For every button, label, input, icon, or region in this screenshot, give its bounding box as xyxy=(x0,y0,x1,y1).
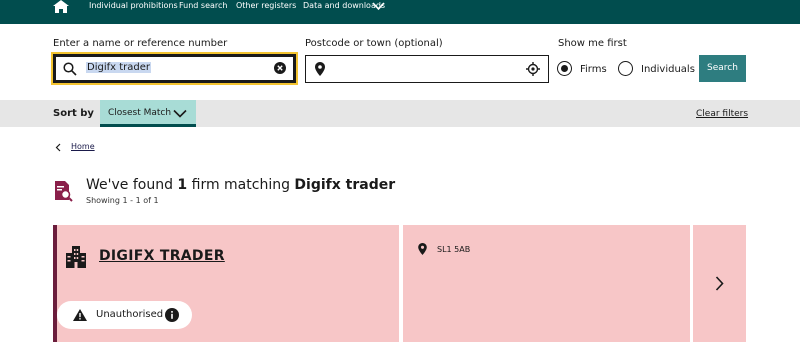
chevron-left-icon xyxy=(55,143,61,152)
results-showing: Showing 1 - 1 of 1 xyxy=(86,196,159,205)
sort-select[interactable]: Closest Match xyxy=(100,100,196,127)
search-button[interactable]: Search xyxy=(699,55,746,82)
firm-name-link[interactable]: DIGIFX TRADER xyxy=(99,248,225,264)
search-icon xyxy=(63,62,77,76)
firms-radio-label[interactable]: Firms xyxy=(580,64,607,75)
chevron-down-icon[interactable] xyxy=(372,1,385,11)
results-heading: We've found 1 firm matching Digifx trade… xyxy=(86,177,395,193)
info-icon[interactable] xyxy=(165,308,179,322)
nav-other-registers[interactable]: Other registers xyxy=(236,1,296,10)
results-heading-middle: firm matching xyxy=(191,177,290,193)
clear-icon[interactable] xyxy=(274,62,286,74)
name-field-label: Enter a name or reference number xyxy=(53,38,228,49)
firm-card-location[interactable] xyxy=(403,225,690,342)
home-icon[interactable] xyxy=(53,0,69,14)
results-query: Digifx trader xyxy=(294,177,396,193)
chevron-right-icon[interactable] xyxy=(715,276,724,291)
name-search-value[interactable]: Digifx trader xyxy=(86,62,151,73)
postcode-input[interactable] xyxy=(305,55,549,83)
locate-me-icon[interactable] xyxy=(526,62,540,76)
status-badge: Unauthorised xyxy=(57,301,192,329)
nav-fund-search[interactable]: Fund search xyxy=(179,1,228,10)
document-search-icon xyxy=(55,181,73,202)
status-label: Unauthorised xyxy=(96,309,164,320)
sort-by-label: Sort by xyxy=(53,108,94,119)
nav-individual-prohibitions[interactable]: Individual prohibitions xyxy=(89,1,178,10)
sort-select-value[interactable]: Closest Match xyxy=(108,108,171,118)
individuals-radio[interactable] xyxy=(618,61,633,76)
warning-icon xyxy=(73,309,87,321)
postcode-field-label: Postcode or town (optional) xyxy=(305,38,443,49)
firm-postcode: SL1 5AB xyxy=(437,245,471,254)
results-heading-prefix: We've found xyxy=(86,177,173,193)
sort-bar: Sort by Closest Match Clear filters xyxy=(0,100,800,127)
results-count: 1 xyxy=(177,177,188,193)
individuals-radio-label[interactable]: Individuals xyxy=(641,64,695,75)
firms-radio[interactable] xyxy=(557,61,572,76)
location-pin-icon xyxy=(315,62,325,76)
clear-filters-link[interactable]: Clear filters xyxy=(696,109,748,119)
building-icon xyxy=(66,246,86,268)
breadcrumb-home[interactable]: Home xyxy=(71,142,95,151)
location-pin-icon xyxy=(418,243,427,255)
name-search-input[interactable]: Digifx trader xyxy=(51,52,298,85)
show-me-first-label: Show me first xyxy=(558,38,627,49)
top-navigation: Individual prohibitions Fund search Othe… xyxy=(0,0,800,24)
chevron-down-icon[interactable] xyxy=(173,109,187,118)
